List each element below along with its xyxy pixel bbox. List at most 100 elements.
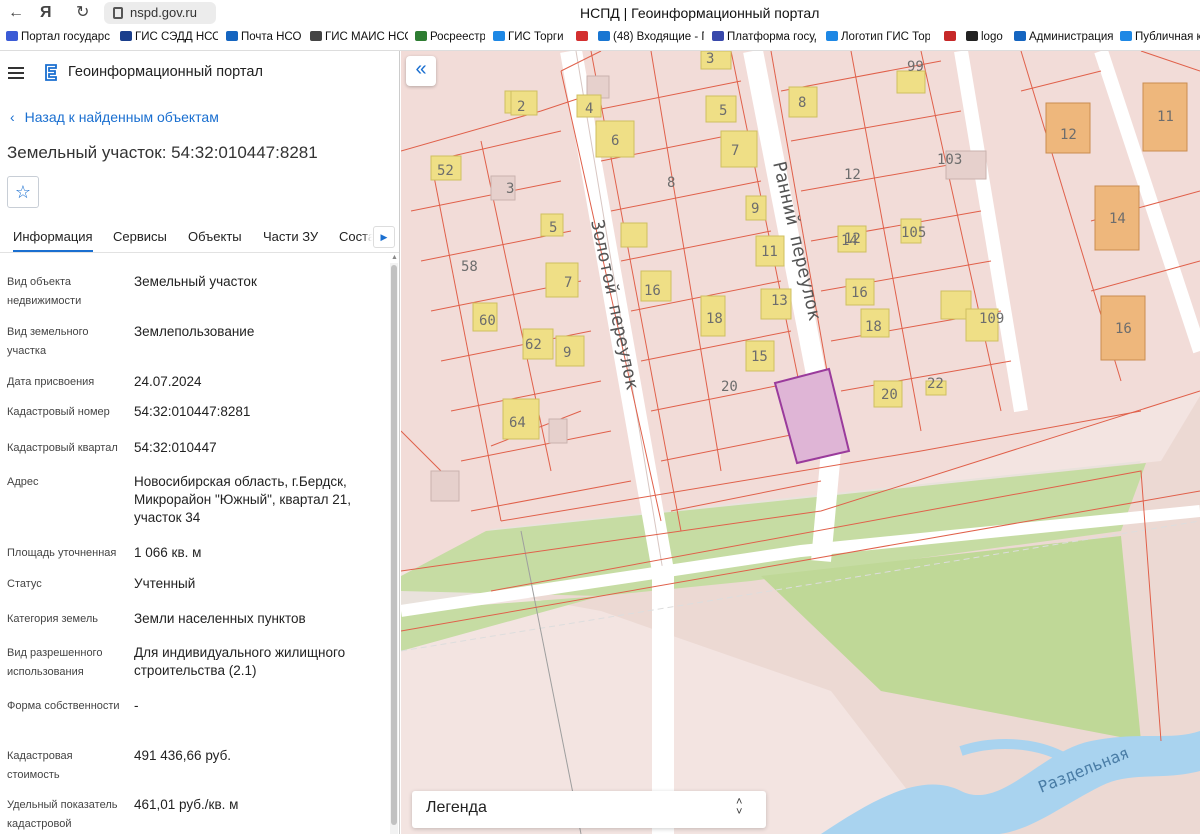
bookmark-item[interactable]: Публичная ка [1120, 31, 1200, 47]
info-value: Земли населенных пунктов [134, 611, 306, 626]
scroll-up-icon[interactable]: ▲ [391, 254, 398, 261]
tab-services[interactable]: Сервисы [113, 229, 167, 244]
browser-topbar: ← Я ↻ nspd.gov.ru НСПД | Геоинформационн… [0, 0, 1200, 27]
house-number: 22 [927, 376, 944, 392]
bookmark-item[interactable]: Почта НСО [226, 31, 302, 47]
yandex-icon[interactable]: Я [40, 4, 52, 22]
address-bar[interactable]: nspd.gov.ru [104, 2, 216, 24]
flag-icon [6, 31, 18, 41]
tabs-bar: Информация Сервисы Объекты Части ЗУ Сост… [0, 221, 399, 253]
back-arrow-icon[interactable]: ← [8, 4, 24, 22]
reload-icon[interactable]: ↻ [76, 4, 89, 22]
house-number: 16 [644, 283, 661, 299]
info-label: Площадь уточненная [7, 547, 117, 559]
info-value: Новосибирская область, г.Бердск, Микрора… [134, 474, 352, 525]
info-value: Для индивидуального жилищного строительс… [134, 645, 346, 678]
tabs-scroll-right-button[interactable]: ▶ [373, 226, 395, 248]
house-number: 13 [771, 293, 788, 309]
bookmark-item[interactable]: ГИС СЭДД НСО [120, 31, 218, 47]
house-number: 7 [731, 143, 739, 159]
pin-icon [944, 31, 956, 41]
mail-icon [226, 31, 238, 41]
map-icon [310, 31, 322, 41]
collapse-panel-button[interactable]: « [406, 56, 436, 86]
rosreestr-icon [415, 31, 427, 41]
info-label: Вид земельного участка [7, 326, 89, 357]
house-number: 103 [937, 152, 962, 168]
bookmark-item[interactable]: Платформа госуд [712, 31, 816, 47]
bookmark-item[interactable]: Росреестр [415, 31, 485, 47]
info-value: 461,01 руб./кв. м [134, 797, 239, 812]
tab-objects[interactable]: Объекты [188, 229, 242, 244]
house-number: 3 [506, 181, 514, 197]
house-number: 99 [907, 59, 924, 75]
house-number: 64 [509, 415, 526, 431]
lock-icon [113, 7, 123, 19]
house-number: 6 [611, 133, 619, 149]
bookmark-item[interactable]: (48) Входящие - П [598, 31, 704, 47]
legend-label: Легенда [426, 799, 487, 816]
bookmark-item[interactable] [944, 31, 960, 47]
bookmark-item[interactable]: ГИС Торги [493, 31, 563, 47]
house-number: 14 [1109, 211, 1126, 227]
house-number: 5 [719, 103, 727, 119]
house-number: 8 [798, 95, 806, 111]
eagle-icon [493, 31, 505, 41]
info-label: Дата присвоения [7, 376, 95, 388]
house-number: 18 [865, 319, 882, 335]
house-number: 52 [437, 163, 454, 179]
house-number: 7 [564, 275, 572, 291]
info-value: 54:32:010447:8281 [134, 404, 251, 419]
house-number: 60 [479, 313, 496, 329]
house-number: 16 [851, 285, 868, 301]
tab-parts[interactable]: Части ЗУ [263, 229, 318, 244]
info-value: Учтенный [134, 576, 196, 591]
tab-composition[interactable]: Соста [339, 229, 375, 244]
house-number: 58 [461, 259, 478, 275]
house-number: 15 [751, 349, 768, 365]
tab-information[interactable]: Информация [13, 229, 93, 252]
eagle-icon [712, 31, 724, 41]
house-number: 14 [841, 233, 858, 249]
scrollbar-thumb[interactable] [391, 265, 397, 825]
logo-icon [966, 31, 978, 41]
info-label: Удельный показатель кадастровой [7, 799, 118, 830]
house-number: 9 [751, 201, 759, 217]
bookmark-item[interactable]: ГИС МАИС НСО [310, 31, 408, 47]
info-value: Земельный участок [134, 274, 257, 289]
chevron-left-icon: ‹ [10, 109, 15, 125]
favorite-star-button[interactable]: ☆ [7, 176, 39, 208]
scrollbar[interactable] [390, 263, 398, 834]
info-label: Кадастровый номер [7, 406, 110, 418]
side-panel: Геоинформационный портал ‹ Назад к найден… [0, 51, 400, 834]
page-title: Земельный участок: 54:32:010447:8281 [7, 143, 318, 162]
info-label: Вид разрешенного использования [7, 647, 103, 678]
house-number: 16 [1115, 321, 1132, 337]
info-value: Землепользование [134, 324, 255, 339]
menu-icon[interactable] [8, 67, 24, 79]
portal-logo-icon [45, 64, 57, 81]
house-number: 3 [706, 51, 714, 67]
house-number: 11 [1157, 109, 1174, 125]
bookmarks-bar: Портал государст ГИС СЭДД НСО Почта НСО … [0, 27, 1200, 51]
bookmark-item[interactable]: Администрация [1014, 31, 1114, 47]
cadastral-map[interactable]: 3 99 2 4 5 8 6 7 52 3 8 12 103 12 5 9 14… [401, 51, 1200, 834]
eagle-icon [826, 31, 838, 41]
info-value: 491 436,66 руб. [134, 748, 232, 763]
bookmark-item[interactable]: logo [966, 31, 1006, 47]
legend-dropdown[interactable]: Легенда ˄ ˅ [412, 791, 766, 828]
info-label: Статус [7, 578, 42, 590]
house-number: 12 [844, 167, 861, 183]
chevron-up-down-icon: ˄ ˅ [736, 796, 743, 818]
url-text: nspd.gov.ru [130, 5, 197, 20]
cloud-icon [1014, 31, 1026, 41]
back-to-results-link[interactable]: ‹ Назад к найденным объектам [10, 109, 219, 125]
bookmark-item[interactable]: Логотип ГИС Торг [826, 31, 930, 47]
house-number: 11 [761, 244, 778, 260]
house-number: 62 [525, 337, 542, 353]
bookmark-item[interactable]: Портал государст [6, 31, 110, 47]
bookmark-item[interactable] [576, 31, 592, 47]
house-number: 9 [563, 345, 571, 361]
info-label: Кадастровая стоимость [7, 750, 73, 781]
map-view[interactable]: 3 99 2 4 5 8 6 7 52 3 8 12 103 12 5 9 14… [401, 51, 1200, 834]
